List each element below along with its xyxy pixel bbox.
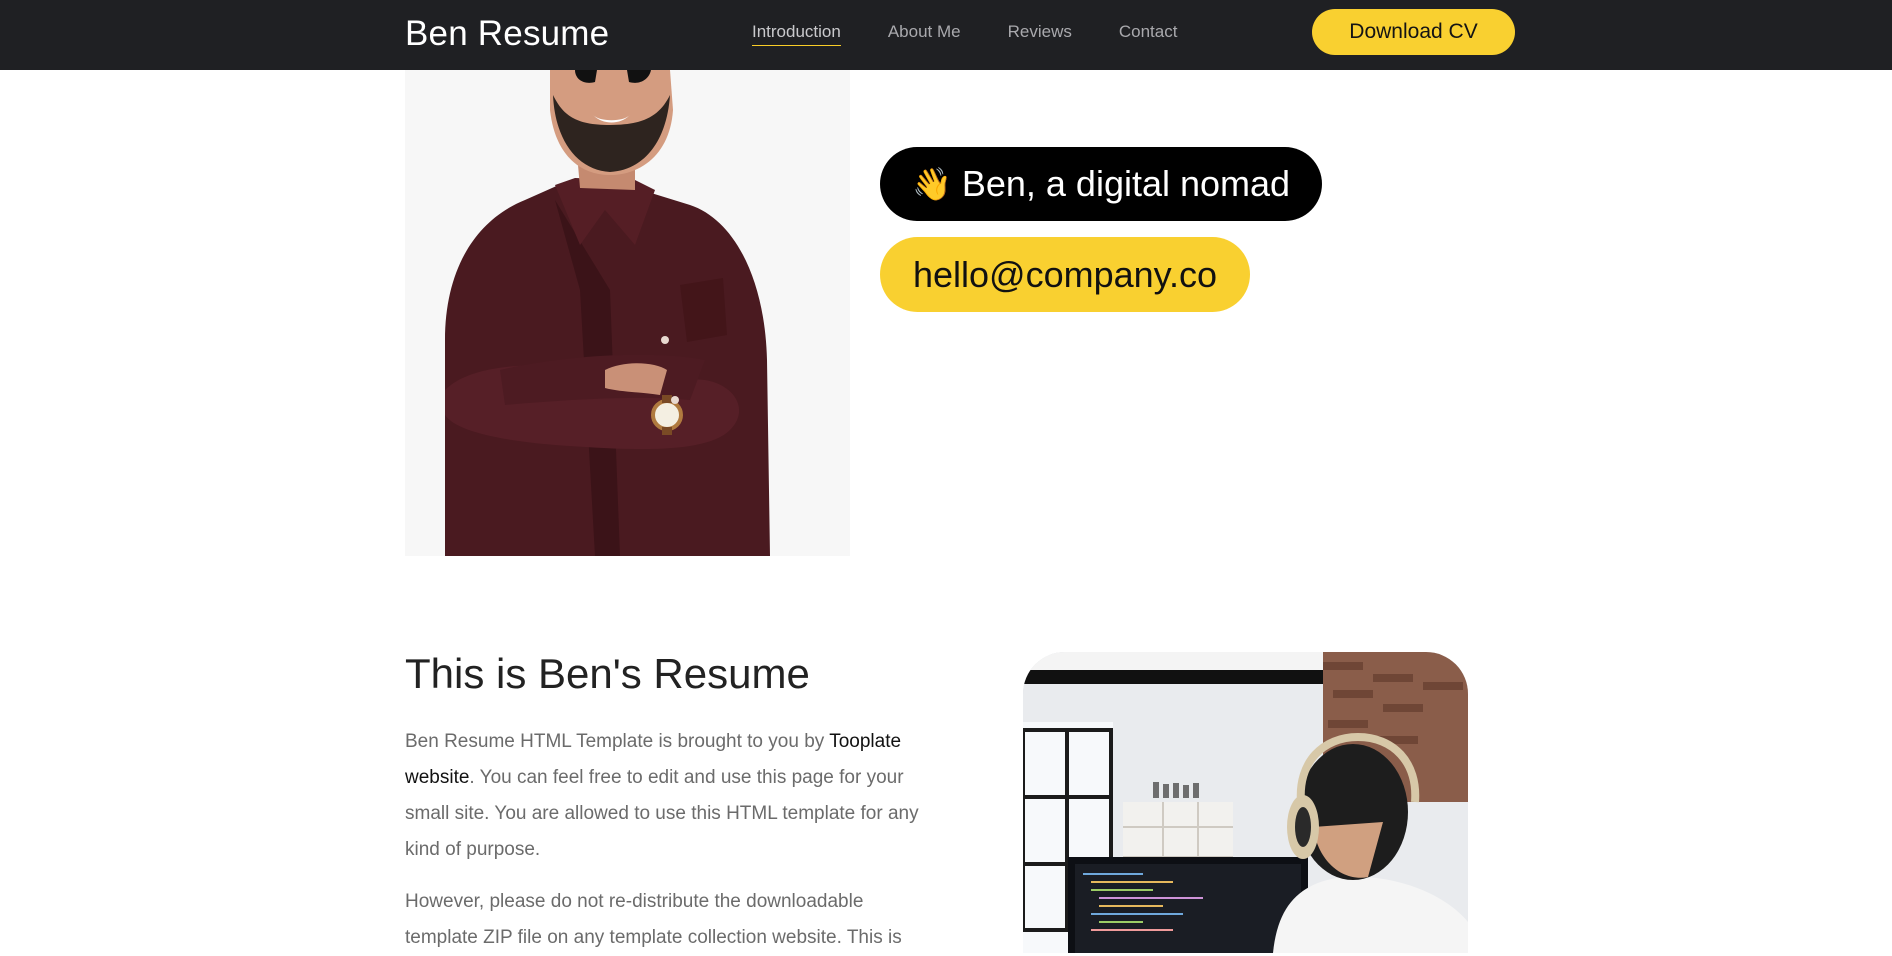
hero-portrait-image <box>405 70 850 556</box>
nav-link-introduction[interactable]: Introduction <box>752 22 841 46</box>
developer-workspace-image <box>1023 652 1468 953</box>
brand-logo-link[interactable]: Ben Resume <box>405 14 609 54</box>
main-nav: Introduction About Me Reviews Contact <box>752 22 1224 46</box>
waving-hand-icon: 👋 <box>912 166 952 202</box>
about-p1-rest: . You can feel free to edit and use this… <box>405 767 919 860</box>
greeting-text: Ben, a digital nomad <box>961 163 1291 204</box>
about-p1-intro: Ben Resume HTML Template is brought to y… <box>405 731 830 752</box>
about-title: This is Ben's Resume <box>405 650 810 697</box>
nav-link-contact[interactable]: Contact <box>1119 22 1178 46</box>
download-cv-button[interactable]: Download CV <box>1312 9 1515 55</box>
top-navbar: Ben Resume Introduction About Me Reviews… <box>0 0 1892 70</box>
about-paragraph-2: However, please do not re-distribute the… <box>405 891 902 948</box>
greeting-pill: 👋 Ben, a digital nomad <box>880 147 1323 221</box>
nav-link-reviews[interactable]: Reviews <box>1008 22 1072 46</box>
email-pill-link[interactable]: hello@company.co <box>880 237 1251 312</box>
nav-link-about-me[interactable]: About Me <box>888 22 961 46</box>
about-paragraph-1: Ben Resume HTML Template is brought to y… <box>405 724 935 868</box>
